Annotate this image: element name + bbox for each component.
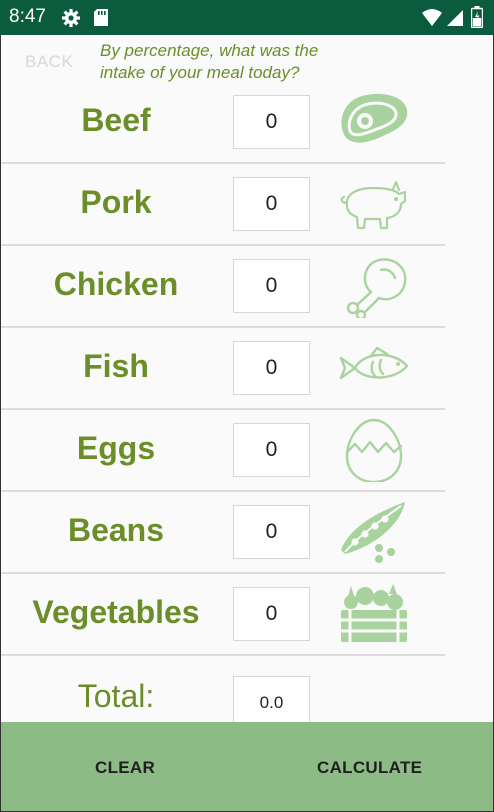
chicken-percent-input[interactable]: 0 (233, 259, 310, 313)
row-divider (1, 654, 445, 656)
gear-icon (62, 9, 80, 27)
food-row-vegetables: Vegetables 0 (1, 574, 445, 656)
pig-icon (340, 180, 407, 230)
fish-icon (339, 346, 409, 380)
vegetable-crate-icon (341, 584, 407, 642)
beef-percent-input[interactable]: 0 (233, 95, 310, 149)
total-label: Total: (77, 678, 155, 714)
food-row-eggs: Eggs 0 (1, 410, 445, 492)
food-row-pork: Pork 0 (1, 164, 445, 246)
clear-button[interactable]: CLEAR (95, 758, 155, 778)
beans-percent-input[interactable]: 0 (233, 505, 310, 559)
egg-icon (345, 418, 403, 482)
food-label: Eggs (76, 430, 156, 466)
food-label: Fish (83, 348, 149, 384)
signal-icon (447, 10, 463, 26)
status-time: 8:47 (9, 6, 46, 27)
food-row-beans: Beans 0 (1, 492, 445, 574)
drumstick-icon (346, 258, 407, 318)
food-label: Vegetables (32, 594, 200, 630)
steak-icon (341, 93, 408, 143)
app-screen: BACK By percentage, what was the intake … (1, 35, 493, 811)
eggs-percent-input[interactable]: 0 (233, 423, 310, 477)
food-label: Pork (80, 184, 152, 220)
calculate-button[interactable]: CALCULATE (317, 758, 422, 778)
pork-percent-input[interactable]: 0 (233, 177, 310, 231)
fish-percent-input[interactable]: 0 (233, 341, 310, 395)
food-label: Beans (67, 512, 165, 548)
page-question: By percentage, what was the intake of yo… (100, 41, 319, 82)
back-button[interactable]: BACK (25, 52, 73, 72)
food-row-chicken: Chicken 0 (1, 246, 445, 328)
bottom-action-bar: CLEAR CALCULATE (1, 722, 493, 811)
battery-icon (471, 6, 483, 28)
status-bar: 8:47 (0, 0, 494, 35)
food-label: Beef (81, 102, 151, 138)
food-row-beef: Beef 0 (1, 82, 445, 164)
vegetables-percent-input[interactable]: 0 (233, 587, 310, 641)
food-row-fish: Fish 0 (1, 328, 445, 410)
wifi-icon (422, 9, 442, 26)
food-label: Chicken (53, 266, 179, 302)
sd-card-icon (94, 9, 108, 26)
peas-icon (341, 502, 405, 563)
